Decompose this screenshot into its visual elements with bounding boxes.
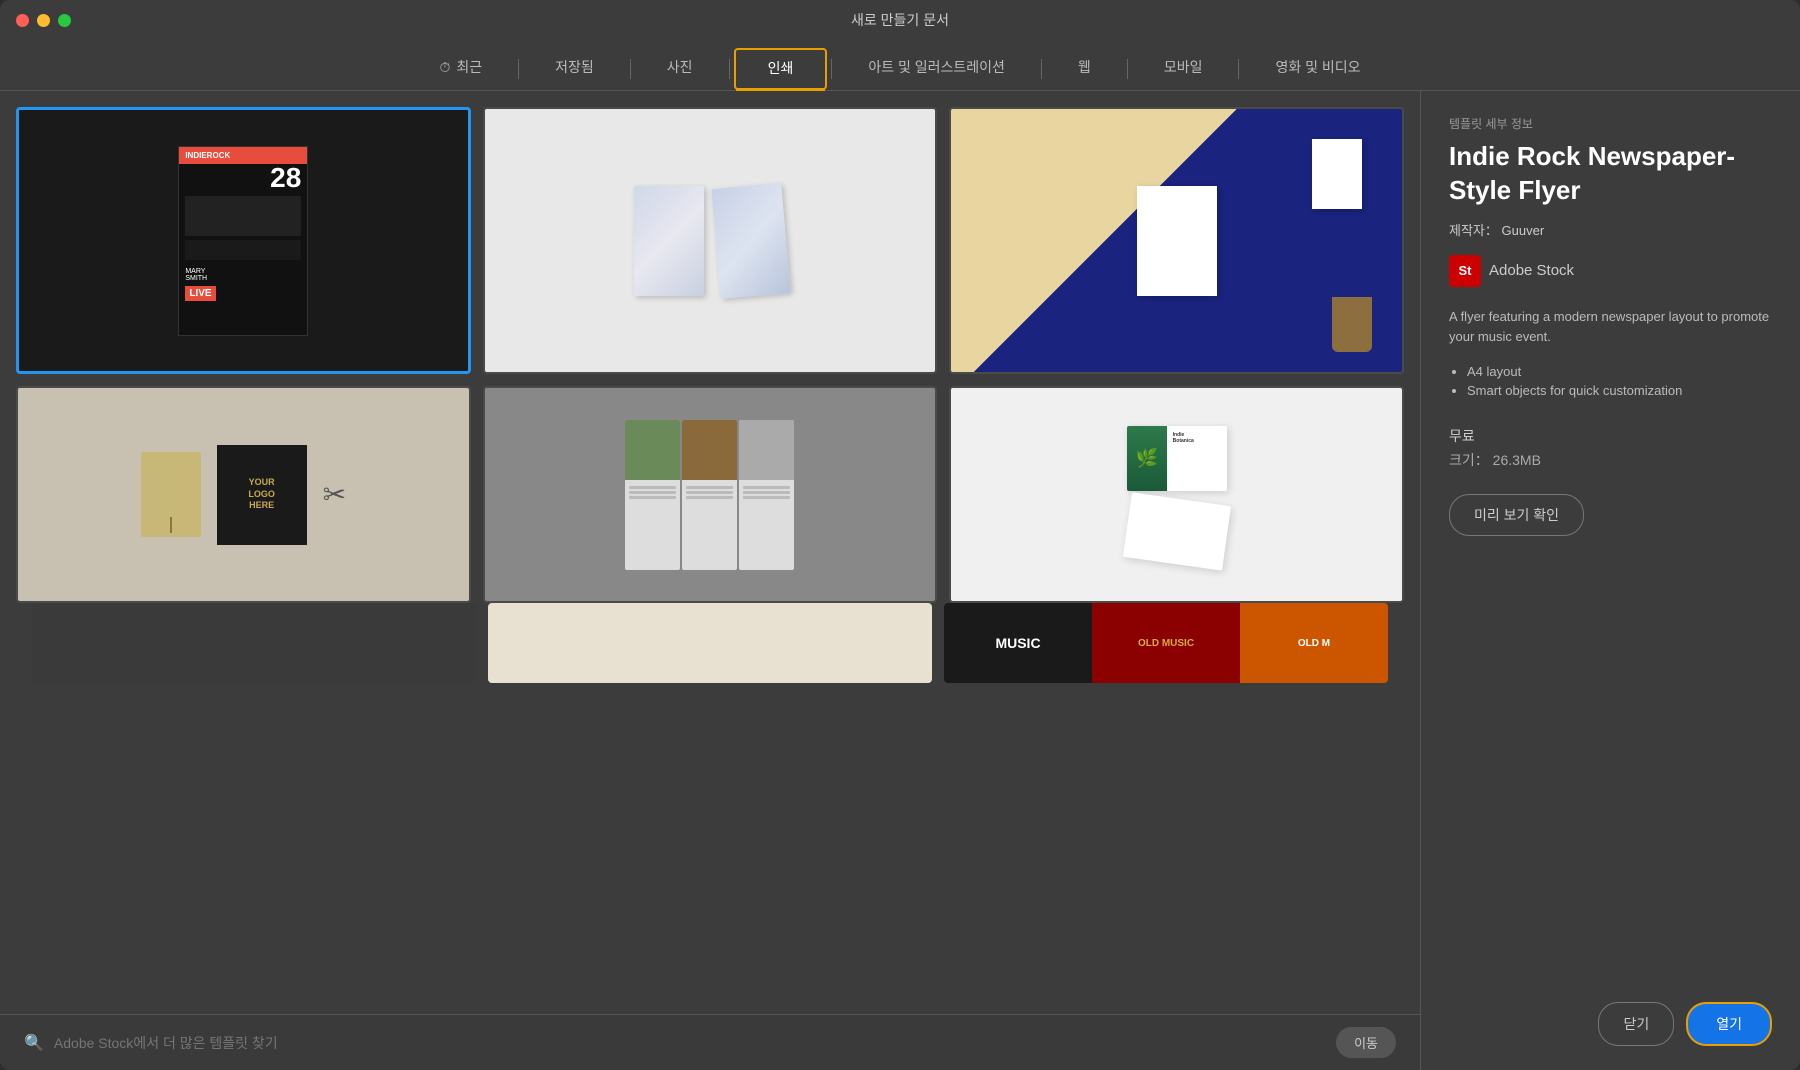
music-partial-2: OLD MUSIC [1092,603,1240,683]
panel-title: Indie Rock Newspaper-Style Flyer [1449,140,1772,208]
panel-description: A flyer featuring a modern newspaper lay… [1449,307,1772,349]
minimize-button[interactable] [37,14,50,27]
card-footer-marbled: Marbled Business Card 무료 [485,372,936,374]
retail-bag [141,452,201,537]
right-panel: 템플릿 세부 정보 Indie Rock Newspaper-Style Fly… [1420,91,1800,1070]
tab-art[interactable]: 아트 및 일러스트레이션 [836,49,1037,89]
clock-icon: ⏱ [439,59,450,76]
template-card-flamingo[interactable]: 🌿 IndieBotanica Flamingo Business [949,386,1404,603]
tab-mobile[interactable]: 모바일 [1132,49,1235,89]
st-icon: St [1449,255,1481,287]
tab-print[interactable]: 인쇄 [734,48,828,90]
nav-divider-7 [1238,59,1239,79]
open-button[interactable]: 열기 [1686,1002,1772,1046]
maximize-button[interactable] [58,14,71,27]
template-card-retail[interactable]: YOURLOGOHERE ✂ Retail Branding Scene Moc… [16,386,471,603]
partial-item-3[interactable]: MUSIC OLD MUSIC OLD M [944,603,1388,683]
window-controls [16,14,71,27]
titlebar: 새로 만들기 문서 [0,0,1800,40]
stationery-cup [1332,297,1372,352]
feature-1: A4 layout [1467,364,1772,379]
nav-tabs: ⏱ 최근 저장됨 사진 인쇄 아트 및 일러스트레이션 웹 모바일 영화 및 비… [0,40,1800,91]
panel-size: 크기： 26.3MB [1449,450,1772,470]
bottom-partial-row: MUSIC OLD MUSIC OLD M [16,603,1404,695]
card-preview-indie-rock: INDIEROCK 28 MARYSMITH LIVE [19,110,468,371]
nav-divider-4 [831,59,832,79]
tab-web[interactable]: 웹 [1046,49,1123,89]
trifold-panel-2 [682,420,737,570]
stationery-letter [1137,186,1217,296]
panel-actions: 닫기 열기 [1449,1002,1772,1046]
retail-tshirt: YOURLOGOHERE [217,445,307,545]
marbled-card-1 [634,186,704,296]
flamingo-card-front: 🌿 IndieBotanica [1127,426,1227,491]
adobe-stock-label: Adobe Stock [1489,262,1574,279]
search-input-wrap: 🔍 [24,1033,1324,1053]
template-grid: INDIEROCK 28 MARYSMITH LIVE [16,107,1404,603]
tab-photo[interactable]: 사진 [635,49,725,89]
trifold-panel-1 [625,420,680,570]
size-value: 26.3MB [1493,452,1541,468]
flamingo-card-back [1123,492,1231,570]
nav-divider-2 [630,59,631,79]
window-title: 새로 만들기 문서 [851,10,949,30]
music-partial-3: OLD M [1240,603,1388,683]
panel-meta-label: 템플릿 세부 정보 [1449,115,1772,132]
nav-divider-5 [1041,59,1042,79]
indie-rock-thumbnail: INDIEROCK 28 MARYSMITH LIVE [178,146,308,336]
panel-price: 무료 [1449,426,1772,446]
tab-saved[interactable]: 저장됨 [523,49,626,89]
music-partial-1: MUSIC [944,603,1092,683]
template-card-stationery[interactable]: Stationery Branding Scene Mock... 무료 [949,107,1404,374]
tab-film[interactable]: 영화 및 비디오 [1243,49,1392,89]
card-preview-stationery [951,109,1402,372]
author-prefix: 제작자： [1449,223,1498,238]
search-go-button[interactable]: 이동 [1336,1027,1396,1058]
adobe-stock-badge: St Adobe Stock [1449,255,1772,287]
scissors-icon: ✂ [323,478,346,511]
card-preview-flamingo: 🌿 IndieBotanica [951,388,1402,601]
app-window: 새로 만들기 문서 ⏱ 최근 저장됨 사진 인쇄 아트 및 일러스트레이션 웹 … [0,0,1800,1070]
card-footer-stationery: Stationery Branding Scene Mock... 무료 [951,372,1402,374]
partial-item-2[interactable] [488,603,932,683]
size-label: 크기： [1449,452,1489,468]
tab-recent[interactable]: ⏱ 최근 [407,49,514,89]
partial-item-1[interactable] [32,603,476,683]
preview-button[interactable]: 미리 보기 확인 [1449,494,1584,536]
author-name: Guuver [1502,223,1545,238]
search-bar: 🔍 이동 [0,1014,1420,1070]
template-card-indie-rock[interactable]: INDIEROCK 28 MARYSMITH LIVE [16,107,471,374]
search-input[interactable] [54,1035,1324,1051]
feature-2: Smart objects for quick customization [1467,383,1772,398]
stationery-card [1312,139,1362,209]
card-preview-retail: YOURLOGOHERE ✂ [18,388,469,601]
panel-features: A4 layout Smart objects for quick custom… [1449,364,1772,402]
card-preview-trifold [485,388,936,601]
search-icon: 🔍 [24,1033,44,1053]
template-card-marbled[interactable]: Marbled Business Card 무료 [483,107,938,374]
nav-divider [518,59,519,79]
card-footer-indie-rock: Indie Rock Newspaper-Style Flyer 무료 [19,371,468,374]
nav-divider-3 [729,59,730,79]
template-card-trifold[interactable]: Tri-Fold Brochure 무료 [483,386,938,603]
marbled-card-2 [711,183,790,299]
grid-area: INDIEROCK 28 MARYSMITH LIVE [0,91,1420,1070]
panel-author: 제작자： Guuver [1449,220,1772,239]
main-content: INDIEROCK 28 MARYSMITH LIVE [0,91,1800,1070]
card-preview-marbled [485,109,936,372]
flamingo-cards: 🌿 IndieBotanica [1127,426,1227,564]
cancel-button[interactable]: 닫기 [1598,1002,1674,1046]
nav-divider-6 [1127,59,1128,79]
trifold-panel-3 [739,420,794,570]
close-button[interactable] [16,14,29,27]
retail-mockup: YOURLOGOHERE ✂ [141,445,346,545]
template-grid-scroll[interactable]: INDIEROCK 28 MARYSMITH LIVE [0,91,1420,1014]
